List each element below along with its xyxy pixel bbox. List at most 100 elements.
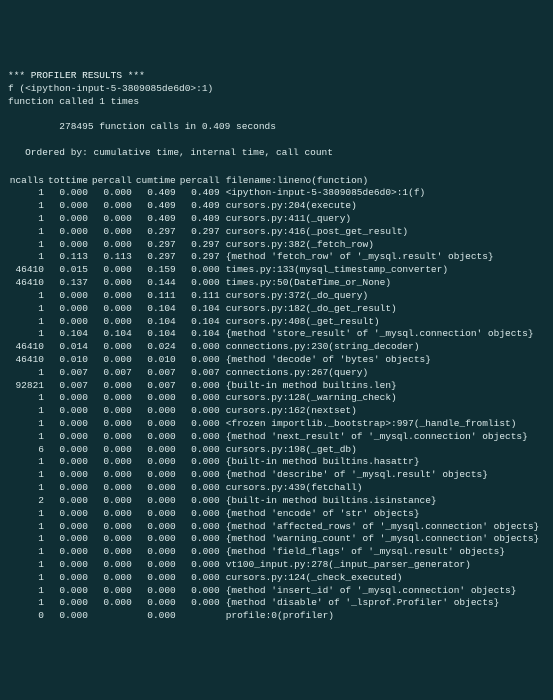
cell-tottime: 0.000 [48,200,92,213]
table-row: 10.0000.0000.4090.409<ipython-input-5-38… [8,187,539,200]
cell-file: cursors.py:124(_check_executed) [224,572,540,585]
cell-tottime: 0.000 [48,572,92,585]
profiler-title: *** PROFILER RESULTS *** [8,70,145,81]
cell-file: {method 'affected_rows' of '_mysql.conne… [224,521,540,534]
cell-cumtime: 0.000 [136,521,180,534]
cell-ncalls: 1 [8,418,48,431]
cell-file: {method 'warning_count' of '_mysql.conne… [224,533,540,546]
cell-percall2: 0.000 [180,264,224,277]
cell-cumtime: 0.010 [136,354,180,367]
cell-percall1: 0.000 [92,469,136,482]
cell-percall1: 0.000 [92,405,136,418]
cell-cumtime: 0.000 [136,508,180,521]
cell-percall2: 0.409 [180,200,224,213]
cell-ncalls: 46410 [8,341,48,354]
table-row: 10.1040.1040.1040.104{method 'store_resu… [8,328,539,341]
cell-cumtime: 0.000 [136,610,180,623]
cell-percall2: 0.297 [180,226,224,239]
cell-cumtime: 0.000 [136,469,180,482]
cell-percall1: 0.000 [92,316,136,329]
cell-tottime: 0.137 [48,277,92,290]
cell-ncalls: 1 [8,392,48,405]
cell-cumtime: 0.000 [136,597,180,610]
cell-percall1: 0.000 [92,341,136,354]
cell-percall1: 0.000 [92,559,136,572]
cell-cumtime: 0.104 [136,303,180,316]
cell-tottime: 0.104 [48,328,92,341]
cell-tottime: 0.000 [48,290,92,303]
cell-file: {built-in method builtins.isinstance} [224,495,540,508]
cell-percall2: 0.104 [180,316,224,329]
function-line: f (<ipython-input-5-3809085de6d0>:1) [8,83,213,94]
cell-tottime: 0.000 [48,239,92,252]
table-row: 10.0000.0000.0000.000cursors.py:124(_che… [8,572,539,585]
cell-cumtime: 0.024 [136,341,180,354]
cell-tottime: 0.000 [48,495,92,508]
cell-tottime: 0.000 [48,559,92,572]
cell-percall1: 0.000 [92,572,136,585]
table-row: 10.0000.0000.0000.000{method 'warning_co… [8,533,539,546]
cell-percall2: 0.000 [180,277,224,290]
cell-file: cursors.py:439(fetchall) [224,482,540,495]
table-row: 10.0000.0000.2970.297cursors.py:416(_pos… [8,226,539,239]
cell-tottime: 0.000 [48,533,92,546]
cell-percall1: 0.000 [92,354,136,367]
cell-ncalls: 1 [8,367,48,380]
cell-cumtime: 0.409 [136,187,180,200]
cell-cumtime: 0.000 [136,444,180,457]
cell-tottime: 0.000 [48,405,92,418]
cell-percall2: 0.007 [180,367,224,380]
cell-cumtime: 0.000 [136,482,180,495]
cell-tottime: 0.000 [48,508,92,521]
cell-percall2: 0.000 [180,431,224,444]
cell-cumtime: 0.007 [136,380,180,393]
table-row: 10.0000.0000.0000.000{built-in method bu… [8,456,539,469]
cell-cumtime: 0.111 [136,290,180,303]
cell-ncalls: 92821 [8,380,48,393]
table-row: 10.0000.0000.0000.000{method 'next_resul… [8,431,539,444]
cell-percall2: 0.000 [180,508,224,521]
cell-file: profile:0(profiler) [224,610,540,623]
cell-cumtime: 0.000 [136,533,180,546]
cell-cumtime: 0.409 [136,200,180,213]
table-row: 10.0000.0000.1040.104cursors.py:408(_get… [8,316,539,329]
table-row: 60.0000.0000.0000.000cursors.py:198(_get… [8,444,539,457]
cell-percall2: 0.000 [180,521,224,534]
cell-file: cursors.py:198(_get_db) [224,444,540,457]
cell-tottime: 0.000 [48,456,92,469]
cell-tottime: 0.014 [48,341,92,354]
table-row: 464100.1370.0000.1440.000times.py:50(Dat… [8,277,539,290]
cell-percall2: 0.000 [180,533,224,546]
cell-cumtime: 0.000 [136,405,180,418]
cell-file: {built-in method builtins.len} [224,380,540,393]
cell-cumtime: 0.000 [136,585,180,598]
cell-percall2: 0.000 [180,444,224,457]
cell-ncalls: 1 [8,226,48,239]
cell-cumtime: 0.000 [136,392,180,405]
cell-file: cursors.py:416(_post_get_result) [224,226,540,239]
cell-percall2: 0.111 [180,290,224,303]
cell-percall2: 0.000 [180,380,224,393]
cell-file: cursors.py:411(_query) [224,213,540,226]
cell-tottime: 0.000 [48,469,92,482]
col-percall2: percall [180,175,224,188]
cell-percall1: 0.000 [92,418,136,431]
cell-percall1: 0.000 [92,380,136,393]
cell-percall1: 0.000 [92,508,136,521]
cell-tottime: 0.000 [48,521,92,534]
cell-percall1: 0.000 [92,585,136,598]
cell-file: cursors.py:408(_get_result) [224,316,540,329]
table-row: 10.0000.0000.0000.000{method 'describe' … [8,469,539,482]
cell-percall1: 0.000 [92,290,136,303]
cell-cumtime: 0.104 [136,316,180,329]
cell-percall1: 0.000 [92,277,136,290]
cell-file: {method 'fetch_row' of '_mysql.result' o… [224,251,540,264]
cell-cumtime: 0.297 [136,226,180,239]
cell-cumtime: 0.000 [136,559,180,572]
cell-ncalls: 2 [8,495,48,508]
profiler-table: ncalls tottime percall cumtime percall f… [8,175,539,623]
cell-tottime: 0.000 [48,546,92,559]
cell-percall1: 0.000 [92,431,136,444]
cell-tottime: 0.007 [48,380,92,393]
cell-percall2: 0.000 [180,559,224,572]
